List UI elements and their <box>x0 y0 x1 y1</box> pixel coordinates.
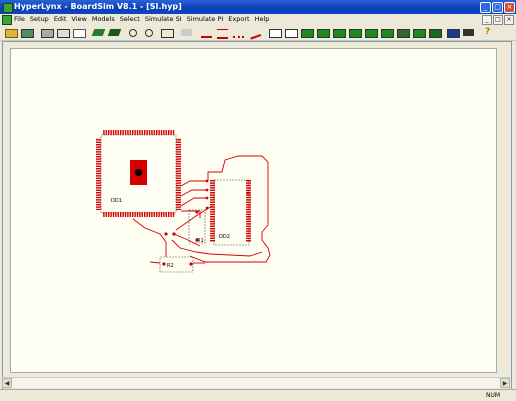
dd2-pins-left <box>210 180 215 242</box>
dd1-pins-bottom <box>103 212 175 217</box>
pads <box>162 179 250 266</box>
scroll-right-icon[interactable]: ▶ <box>500 378 510 388</box>
horizontal-scrollbar[interactable]: ◀ ▶ <box>2 377 510 388</box>
board-view <box>96 130 271 273</box>
r1-label: R1 <box>197 238 204 244</box>
dd1-label: DD1 <box>111 198 122 204</box>
dd1-pins-top <box>103 130 175 135</box>
dd2-pins-right <box>246 180 251 242</box>
dd2-label: DD2 <box>219 234 230 240</box>
scroll-left-icon[interactable]: ◀ <box>2 378 12 388</box>
r2-label: R2 <box>167 263 174 269</box>
num-lock-indicator: NUM <box>486 392 501 399</box>
dd1-via <box>135 169 142 176</box>
status-bar: NUM <box>0 389 516 401</box>
dd1-pins-left <box>96 138 101 210</box>
dd1-pins-right <box>176 138 181 210</box>
